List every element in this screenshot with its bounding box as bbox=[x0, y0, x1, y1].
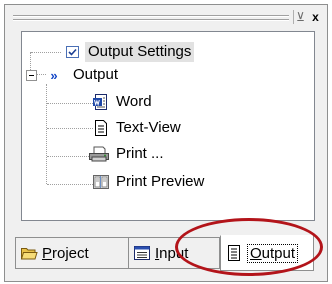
tab-project[interactable]: Project bbox=[15, 237, 131, 269]
tree-connector bbox=[47, 128, 93, 129]
tree-connector bbox=[31, 52, 61, 53]
printer-icon bbox=[88, 145, 110, 163]
tree-connector bbox=[46, 84, 47, 184]
tree-connector bbox=[47, 156, 93, 157]
title-grip-line-highlight bbox=[13, 20, 289, 21]
text-document-icon bbox=[92, 119, 110, 137]
output-panel-window: ⊻ x Output Settings » Output Word Text-V… bbox=[4, 4, 328, 282]
panel-tab-bar: Project Input Output bbox=[15, 235, 327, 275]
tree-item-label: Output bbox=[73, 66, 119, 83]
tree-item-output[interactable]: » Output bbox=[46, 65, 121, 85]
input-form-icon bbox=[133, 244, 151, 262]
pin-button[interactable]: ⊻ bbox=[293, 10, 307, 24]
tab-output[interactable]: Output bbox=[220, 235, 314, 271]
tree-item-word[interactable]: Word bbox=[92, 92, 155, 112]
title-grip-line-highlight bbox=[13, 16, 289, 17]
checkbox-icon bbox=[64, 43, 82, 61]
tree-item-label: Print Preview bbox=[116, 173, 205, 190]
close-button[interactable]: x bbox=[309, 10, 322, 24]
tree-item-print-preview[interactable]: Print Preview bbox=[92, 172, 207, 192]
tab-label: Project bbox=[42, 244, 89, 262]
tab-input[interactable]: Input bbox=[128, 237, 220, 269]
tree-item-output-settings[interactable]: Output Settings bbox=[64, 42, 195, 62]
output-tree[interactable]: Output Settings » Output Word Text-View bbox=[21, 31, 315, 221]
tree-item-label: Print ... bbox=[116, 145, 164, 162]
tab-label: Input bbox=[155, 244, 189, 262]
double-arrow-icon: » bbox=[50, 67, 58, 83]
tree-item-print[interactable]: Print ... bbox=[88, 144, 167, 164]
tree-connector bbox=[36, 74, 46, 75]
tree-connector bbox=[47, 103, 93, 104]
tab-label: Output bbox=[247, 243, 299, 263]
tree-item-label: Word bbox=[116, 93, 152, 110]
tree-collapse-toggle[interactable] bbox=[26, 70, 37, 81]
tree-item-label: Text-View bbox=[116, 119, 181, 136]
tree-item-label: Output Settings bbox=[85, 42, 195, 62]
tree-item-text-view[interactable]: Text-View bbox=[92, 118, 184, 138]
panel-title-bar[interactable]: ⊻ x bbox=[5, 5, 327, 31]
folder-open-icon bbox=[20, 244, 38, 262]
word-document-icon bbox=[92, 93, 110, 111]
tree-connector bbox=[47, 184, 93, 185]
output-document-icon bbox=[225, 244, 243, 262]
print-preview-icon bbox=[92, 173, 110, 191]
